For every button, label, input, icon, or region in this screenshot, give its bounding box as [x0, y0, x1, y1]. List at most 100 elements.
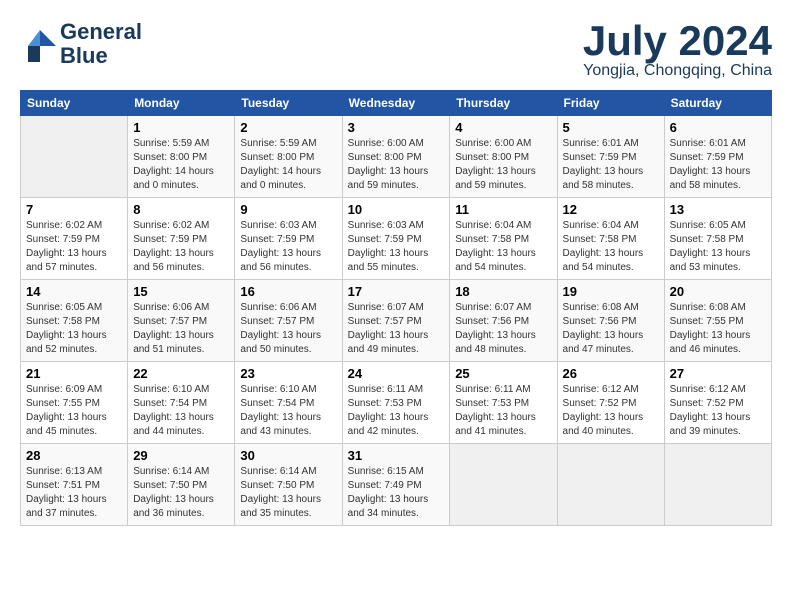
calendar-cell: 20 Sunrise: 6:08 AM Sunset: 7:55 PM Dayli… — [664, 280, 771, 362]
day-info: Sunrise: 6:07 AM Sunset: 7:57 PM Dayligh… — [348, 301, 445, 357]
day-info: Sunrise: 6:06 AM Sunset: 7:57 PM Dayligh… — [133, 301, 229, 357]
calendar-cell: 17 Sunrise: 6:07 AM Sunset: 7:57 PM Dayli… — [342, 280, 450, 362]
calendar-cell: 18 Sunrise: 6:07 AM Sunset: 7:56 PM Dayli… — [450, 280, 557, 362]
day-number: 4 — [455, 120, 551, 135]
calendar-cell — [557, 444, 664, 526]
calendar-week-row: 1 Sunrise: 5:59 AM Sunset: 8:00 PM Daylig… — [21, 116, 772, 198]
calendar-cell — [21, 116, 128, 198]
day-info: Sunrise: 6:05 AM Sunset: 7:58 PM Dayligh… — [670, 219, 766, 275]
col-header-thursday: Thursday — [450, 91, 557, 116]
calendar-cell: 21 Sunrise: 6:09 AM Sunset: 7:55 PM Dayli… — [21, 362, 128, 444]
day-info: Sunrise: 6:14 AM Sunset: 7:50 PM Dayligh… — [240, 465, 336, 521]
day-number: 7 — [26, 202, 122, 217]
logo: General Blue — [20, 20, 142, 68]
day-number: 18 — [455, 284, 551, 299]
col-header-sunday: Sunday — [21, 91, 128, 116]
calendar-cell: 7 Sunrise: 6:02 AM Sunset: 7:59 PM Daylig… — [21, 198, 128, 280]
col-header-friday: Friday — [557, 91, 664, 116]
day-info: Sunrise: 6:08 AM Sunset: 7:56 PM Dayligh… — [563, 301, 659, 357]
month-title: July 2024 — [583, 20, 772, 62]
day-number: 13 — [670, 202, 766, 217]
calendar-cell: 5 Sunrise: 6:01 AM Sunset: 7:59 PM Daylig… — [557, 116, 664, 198]
calendar-table: SundayMondayTuesdayWednesdayThursdayFrid… — [20, 90, 772, 526]
day-info: Sunrise: 6:01 AM Sunset: 7:59 PM Dayligh… — [563, 137, 659, 193]
calendar-cell: 2 Sunrise: 5:59 AM Sunset: 8:00 PM Daylig… — [235, 116, 342, 198]
day-info: Sunrise: 6:12 AM Sunset: 7:52 PM Dayligh… — [563, 383, 659, 439]
calendar-cell: 14 Sunrise: 6:05 AM Sunset: 7:58 PM Dayli… — [21, 280, 128, 362]
day-info: Sunrise: 6:03 AM Sunset: 7:59 PM Dayligh… — [348, 219, 445, 275]
day-info: Sunrise: 6:02 AM Sunset: 7:59 PM Dayligh… — [133, 219, 229, 275]
day-info: Sunrise: 6:01 AM Sunset: 7:59 PM Dayligh… — [670, 137, 766, 193]
calendar-cell: 31Sunrise: 6:15 AM Sunset: 7:49 PM Dayli… — [342, 444, 450, 526]
day-number: 14 — [26, 284, 122, 299]
day-info: Sunrise: 6:04 AM Sunset: 7:58 PM Dayligh… — [563, 219, 659, 275]
day-number: 16 — [240, 284, 336, 299]
calendar-cell: 23 Sunrise: 6:10 AM Sunset: 7:54 PM Dayli… — [235, 362, 342, 444]
day-info: Sunrise: 6:11 AM Sunset: 7:53 PM Dayligh… — [455, 383, 551, 439]
calendar-cell — [450, 444, 557, 526]
day-number: 17 — [348, 284, 445, 299]
day-number: 23 — [240, 366, 336, 381]
calendar-week-row: 14 Sunrise: 6:05 AM Sunset: 7:58 PM Dayli… — [21, 280, 772, 362]
col-header-saturday: Saturday — [664, 91, 771, 116]
day-info: Sunrise: 6:10 AM Sunset: 7:54 PM Dayligh… — [240, 383, 336, 439]
day-info: Sunrise: 6:05 AM Sunset: 7:58 PM Dayligh… — [26, 301, 122, 357]
location: Yongjia, Chongqing, China — [583, 62, 772, 80]
calendar-cell: 27Sunrise: 6:12 AM Sunset: 7:52 PM Dayli… — [664, 362, 771, 444]
day-info: Sunrise: 6:09 AM Sunset: 7:55 PM Dayligh… — [26, 383, 122, 439]
day-number: 10 — [348, 202, 445, 217]
logo-icon — [20, 26, 56, 62]
day-info: Sunrise: 5:59 AM Sunset: 8:00 PM Dayligh… — [240, 137, 336, 193]
day-info: Sunrise: 6:02 AM Sunset: 7:59 PM Dayligh… — [26, 219, 122, 275]
day-number: 20 — [670, 284, 766, 299]
calendar-cell: 25 Sunrise: 6:11 AM Sunset: 7:53 PM Dayli… — [450, 362, 557, 444]
calendar-week-row: 21 Sunrise: 6:09 AM Sunset: 7:55 PM Dayli… — [21, 362, 772, 444]
day-number: 31 — [348, 448, 445, 463]
calendar-cell: 15 Sunrise: 6:06 AM Sunset: 7:57 PM Dayli… — [128, 280, 235, 362]
day-info: Sunrise: 6:00 AM Sunset: 8:00 PM Dayligh… — [455, 137, 551, 193]
day-number: 1 — [133, 120, 229, 135]
day-info: Sunrise: 6:00 AM Sunset: 8:00 PM Dayligh… — [348, 137, 445, 193]
calendar-cell: 6 Sunrise: 6:01 AM Sunset: 7:59 PM Daylig… — [664, 116, 771, 198]
day-info: Sunrise: 6:11 AM Sunset: 7:53 PM Dayligh… — [348, 383, 445, 439]
calendar-cell: 26Sunrise: 6:12 AM Sunset: 7:52 PM Dayli… — [557, 362, 664, 444]
day-info: Sunrise: 6:13 AM Sunset: 7:51 PM Dayligh… — [26, 465, 122, 521]
calendar-cell: 22Sunrise: 6:10 AM Sunset: 7:54 PM Dayli… — [128, 362, 235, 444]
calendar-week-row: 7 Sunrise: 6:02 AM Sunset: 7:59 PM Daylig… — [21, 198, 772, 280]
calendar-cell: 9Sunrise: 6:03 AM Sunset: 7:59 PM Daylig… — [235, 198, 342, 280]
day-info: Sunrise: 6:12 AM Sunset: 7:52 PM Dayligh… — [670, 383, 766, 439]
day-number: 15 — [133, 284, 229, 299]
calendar-header-row: SundayMondayTuesdayWednesdayThursdayFrid… — [21, 91, 772, 116]
calendar-cell: 28 Sunrise: 6:13 AM Sunset: 7:51 PM Dayli… — [21, 444, 128, 526]
day-info: Sunrise: 6:03 AM Sunset: 7:59 PM Dayligh… — [240, 219, 336, 275]
calendar-cell: 8Sunrise: 6:02 AM Sunset: 7:59 PM Daylig… — [128, 198, 235, 280]
page-header: General Blue July 2024 Yongjia, Chongqin… — [20, 20, 772, 80]
day-info: Sunrise: 6:04 AM Sunset: 7:58 PM Dayligh… — [455, 219, 551, 275]
day-info: Sunrise: 6:07 AM Sunset: 7:56 PM Dayligh… — [455, 301, 551, 357]
day-number: 21 — [26, 366, 122, 381]
calendar-cell: 3Sunrise: 6:00 AM Sunset: 8:00 PM Daylig… — [342, 116, 450, 198]
calendar-cell: 19 Sunrise: 6:08 AM Sunset: 7:56 PM Dayli… — [557, 280, 664, 362]
title-block: July 2024 Yongjia, Chongqing, China — [583, 20, 772, 80]
day-number: 25 — [455, 366, 551, 381]
day-number: 19 — [563, 284, 659, 299]
day-number: 2 — [240, 120, 336, 135]
day-number: 5 — [563, 120, 659, 135]
day-info: Sunrise: 6:08 AM Sunset: 7:55 PM Dayligh… — [670, 301, 766, 357]
day-number: 22 — [133, 366, 229, 381]
calendar-cell: 11 Sunrise: 6:04 AM Sunset: 7:58 PM Dayli… — [450, 198, 557, 280]
calendar-cell: 30Sunrise: 6:14 AM Sunset: 7:50 PM Dayli… — [235, 444, 342, 526]
day-number: 11 — [455, 202, 551, 217]
logo-text: General Blue — [60, 20, 142, 68]
calendar-cell: 13 Sunrise: 6:05 AM Sunset: 7:58 PM Dayli… — [664, 198, 771, 280]
day-number: 28 — [26, 448, 122, 463]
day-number: 12 — [563, 202, 659, 217]
calendar-cell: 4 Sunrise: 6:00 AM Sunset: 8:00 PM Daylig… — [450, 116, 557, 198]
calendar-cell: 1Sunrise: 5:59 AM Sunset: 8:00 PM Daylig… — [128, 116, 235, 198]
calendar-week-row: 28 Sunrise: 6:13 AM Sunset: 7:51 PM Dayli… — [21, 444, 772, 526]
calendar-cell: 10 Sunrise: 6:03 AM Sunset: 7:59 PM Dayli… — [342, 198, 450, 280]
calendar-cell — [664, 444, 771, 526]
day-number: 6 — [670, 120, 766, 135]
day-info: Sunrise: 6:14 AM Sunset: 7:50 PM Dayligh… — [133, 465, 229, 521]
calendar-cell: 12 Sunrise: 6:04 AM Sunset: 7:58 PM Dayli… — [557, 198, 664, 280]
